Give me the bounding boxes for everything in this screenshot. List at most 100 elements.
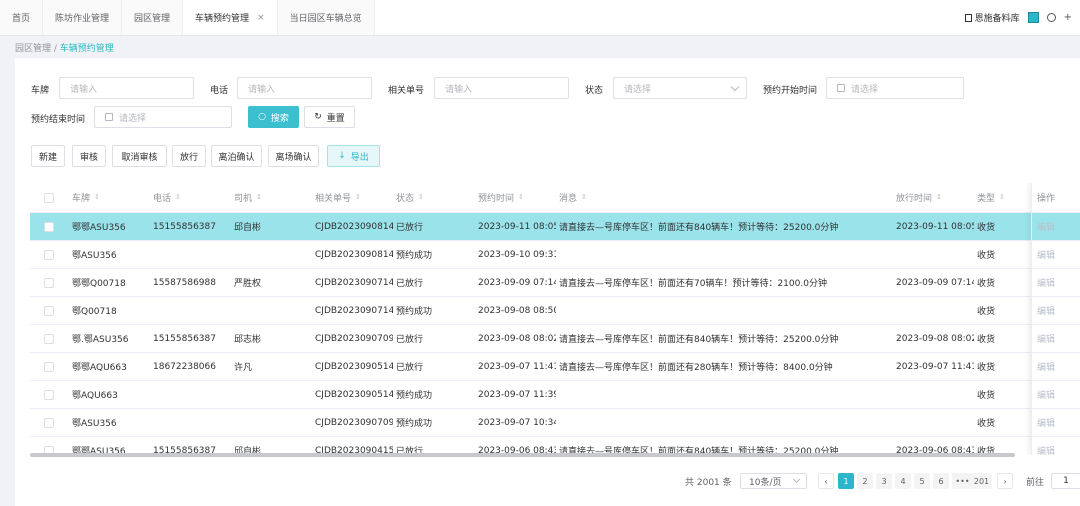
start-time-picker[interactable]: 请选择 [826,77,964,99]
search-button[interactable]: ○ 搜索 [248,106,299,128]
cancel-approve-button[interactable]: 取消审核 [112,145,167,167]
table-row[interactable]: 鄂鄂Q00718 15587586988 严胜权 CJDB2023090714 已放行 2… [30,269,1080,297]
cell-message [559,381,893,408]
col-appt-time[interactable]: 预约时间 ⇕ [478,183,524,212]
more-pages-icon[interactable]: ••• [952,473,973,489]
cell-status: 已放行 [396,223,424,233]
tab-0[interactable]: 首页 [0,0,44,35]
exit-confirm-button[interactable]: 离场确认 [268,145,319,167]
cell-type: 收货 [977,363,996,373]
close-icon[interactable]: × [257,13,265,23]
row-checkbox[interactable] [44,361,54,372]
breadcrumb: 园区管理 / 车辆预约管理 [15,41,114,54]
goto-page-input[interactable]: 1 [1051,473,1080,489]
col-order-no[interactable]: 相关单号 ⇕ [315,183,361,212]
goto-label: 前往 [1026,477,1045,488]
table-row[interactable]: 鄂Q00718 CJDB2023090714 预约成功 2023-09-08 08:5… [30,297,1080,325]
breadcrumb-root[interactable]: 园区管理 [15,44,51,54]
total-count: 共 2001 条 [685,477,732,488]
row-checkbox[interactable] [44,249,54,260]
cell-release-time [896,241,974,268]
berth-leave-confirm-button[interactable]: 离泊确认 [211,145,262,167]
table-row[interactable]: 鄂AQU663 CJDB2023090514 预约成功 2023-09-07 11:3… [30,381,1080,409]
chevron-down-icon [792,475,801,484]
status-label: 状态 [585,86,604,96]
cell-appt-time: 2023-09-09 07:14 [478,277,556,288]
calendar-icon [837,84,845,92]
row-checkbox[interactable] [44,417,54,428]
page-button[interactable]: 6 [933,473,949,489]
cell-driver: 邱志彬 [234,335,262,345]
col-status[interactable]: 状态 ⇕ [396,183,424,212]
tab-3[interactable]: 车辆预约管理 × [183,0,278,35]
gear-icon[interactable] [1046,13,1056,22]
page-button[interactable]: 2 [857,473,873,489]
cell-phone [153,297,231,324]
breadcrumb-current: 车辆预约管理 [59,44,114,54]
approve-button[interactable]: 审核 [72,145,106,167]
sort-icon: ⇕ [256,193,262,201]
reset-button[interactable]: ↻ 重置 [304,106,355,128]
release-button[interactable]: 放行 [172,145,206,167]
order-no-label: 相关单号 [388,86,425,96]
end-time-picker[interactable]: 请选择 [94,106,232,128]
plate-input[interactable]: 请输入 [59,77,194,99]
theme-color-icon[interactable] [1027,12,1039,23]
select-all-checkbox[interactable] [44,192,54,203]
status-select[interactable]: 请选择 [613,77,747,99]
sort-icon: ⇕ [418,193,424,201]
col-phone[interactable]: 电话 ⇕ [153,183,181,212]
more-icon[interactable]: + [1064,12,1072,23]
tab-4[interactable]: 当日园区车辆总览 [277,0,375,35]
row-checkbox[interactable] [44,305,54,316]
row-checkbox[interactable] [44,277,54,288]
page-button[interactable]: 201 [971,473,992,489]
table-row[interactable]: 鄂ASU356 CJDB2023090814 预约成功 2023-09-10 09:3… [30,241,1080,269]
col-type[interactable]: 类型 ⇕ [977,183,1005,212]
export-button[interactable]: ↓ 导出 [327,145,380,167]
start-time-label: 预约开始时间 [763,86,818,96]
sort-icon: ⇕ [355,193,361,201]
prev-page-button[interactable]: ‹ [818,473,834,489]
warehouse-selector[interactable]: 恩施备料库 [964,11,1020,24]
cell-appt-time: 2023-09-11 08:05 [478,221,556,232]
cell-plate: 鄂ASU356 [72,251,117,261]
cell-status: 预约成功 [396,307,433,317]
page-button[interactable]: 5 [914,473,930,489]
cell-type: 收货 [977,251,996,261]
page-size-select[interactable]: 10条/页 [740,473,807,489]
plate-label: 车牌 [31,86,50,96]
page-button[interactable]: 3 [876,473,892,489]
col-driver[interactable]: 司机 ⇕ [234,183,262,212]
cell-message [559,409,893,436]
row-checkbox[interactable] [44,389,54,400]
cell-release-time [896,297,974,324]
col-message[interactable]: 消息 ⇕ [559,183,587,212]
table-row[interactable]: 鄂鄂AQU663 18672238066 许凡 CJDB2023090514 已放行 20… [30,353,1080,381]
cell-appt-time: 2023-09-10 09:31 [478,249,556,260]
col-release-time[interactable]: 放行时间 ⇕ [896,183,942,212]
cell-release-time [896,409,974,436]
row-checkbox[interactable] [44,333,54,344]
next-page-button[interactable]: › [997,473,1013,489]
cell-phone: 15155856387 [153,221,216,232]
ops-fixed-column [1031,183,1080,455]
col-plate[interactable]: 车牌 ⇕ [72,183,100,212]
page-button[interactable]: 4 [895,473,911,489]
cell-status: 已放行 [396,279,424,289]
phone-input[interactable]: 请输入 [237,77,372,99]
table-row[interactable]: 鄂ASU356 CJDB2023090709 预约成功 2023-09-07 10:3… [30,409,1080,437]
order-no-input[interactable]: 请输入 [434,77,569,99]
page-button[interactable]: 1 [838,473,854,489]
tab-2[interactable]: 园区管理 [122,0,184,35]
tab-1[interactable]: 陈坊作业管理 [43,0,123,35]
cell-release-time [896,381,974,408]
horizontal-scrollbar[interactable] [30,453,1015,457]
cell-release-time: 2023-09-07 11:41 [896,361,974,372]
cell-plate: 鄂ASU356 [72,419,117,429]
row-checkbox[interactable] [44,221,54,232]
new-button[interactable]: 新建 [31,145,65,167]
table-row[interactable]: 鄂.鄂ASU356 15155856387 邱志彬 CJDB2023090709 已放行… [30,325,1080,353]
cell-message: 请直接去—号库停车区！前面还有840辆车！预计等待：25200.0分钟 [559,335,839,345]
table-row[interactable]: 鄂鄂ASU356 15155856387 邱自彬 CJDB2023090814 已放行 2… [30,213,1080,241]
